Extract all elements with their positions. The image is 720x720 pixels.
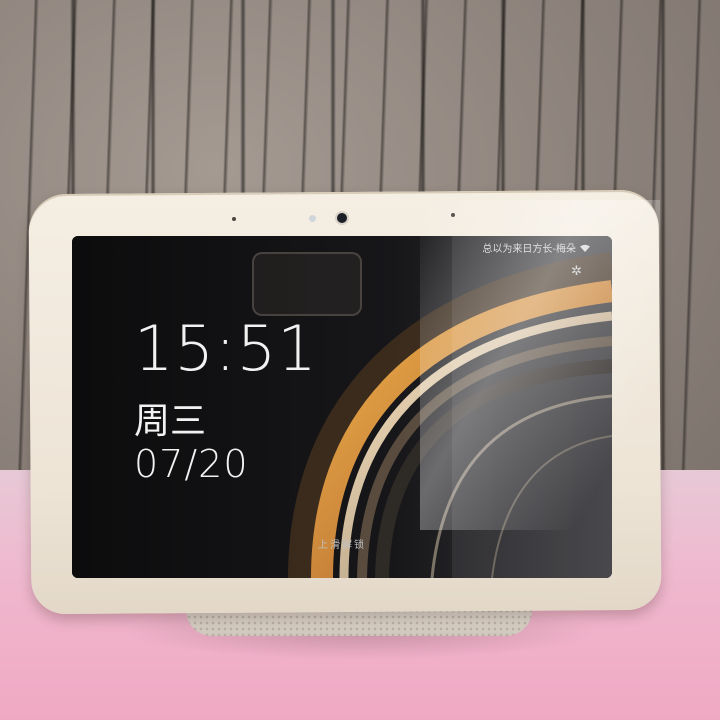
gear-icon[interactable]: ✲	[571, 264, 582, 279]
status-bar: 总以为来日方长-梅朵	[482, 240, 590, 255]
sensor-dot	[232, 217, 236, 221]
swipe-unlock-hint[interactable]: 上滑解锁	[72, 536, 612, 551]
now-playing-text: 总以为来日方长-梅朵	[482, 244, 576, 255]
lock-date: 07/20	[134, 442, 249, 486]
sensor-dot	[451, 213, 455, 217]
lock-screen[interactable]: 总以为来日方长-梅朵 ✲ 15:51 周三 07/20 上滑解锁	[72, 236, 612, 578]
wifi-icon	[580, 244, 590, 252]
phone-reflection	[252, 252, 362, 316]
camera-icon	[337, 213, 347, 223]
light-sensor	[309, 215, 316, 222]
lock-clock: 15:51	[134, 312, 318, 385]
lock-weekday: 周三	[134, 401, 207, 442]
